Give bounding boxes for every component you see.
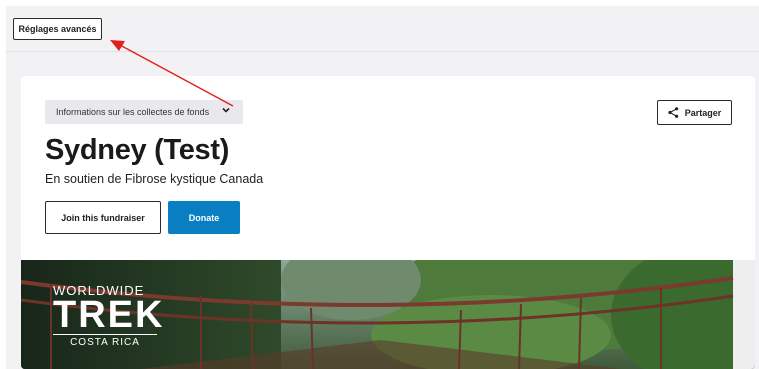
- fundraiser-card: Informations sur les collectes de fonds …: [21, 76, 755, 369]
- chevron-down-icon: [222, 107, 230, 113]
- logo-line3: COSTA RICA: [70, 337, 140, 348]
- hero-banner: WORLDWIDE TREK COSTA RICA: [21, 260, 755, 369]
- advanced-settings-button[interactable]: Réglages avancés: [13, 18, 102, 40]
- share-button[interactable]: Partager: [657, 100, 732, 125]
- share-icon: [668, 107, 678, 118]
- fundraiser-info-dropdown[interactable]: Informations sur les collectes de fonds: [45, 100, 243, 124]
- top-bar: Réglages avancés: [6, 6, 759, 52]
- fundraiser-info-dropdown-label: Informations sur les collectes de fonds: [56, 107, 210, 117]
- donate-button[interactable]: Donate: [168, 201, 240, 234]
- page-canvas: Réglages avancés Informations sur les co…: [6, 6, 759, 369]
- page-subtitle: En soutien de Fibrose kystique Canada: [45, 172, 264, 186]
- page-title: Sydney (Test): [45, 134, 230, 166]
- worldwide-trek-logo: WORLDWIDE TREK COSTA RICA: [53, 284, 164, 349]
- join-fundraiser-button[interactable]: Join this fundraiser: [45, 201, 161, 234]
- share-label: Partager: [684, 107, 722, 118]
- logo-line2: TREK: [53, 294, 165, 336]
